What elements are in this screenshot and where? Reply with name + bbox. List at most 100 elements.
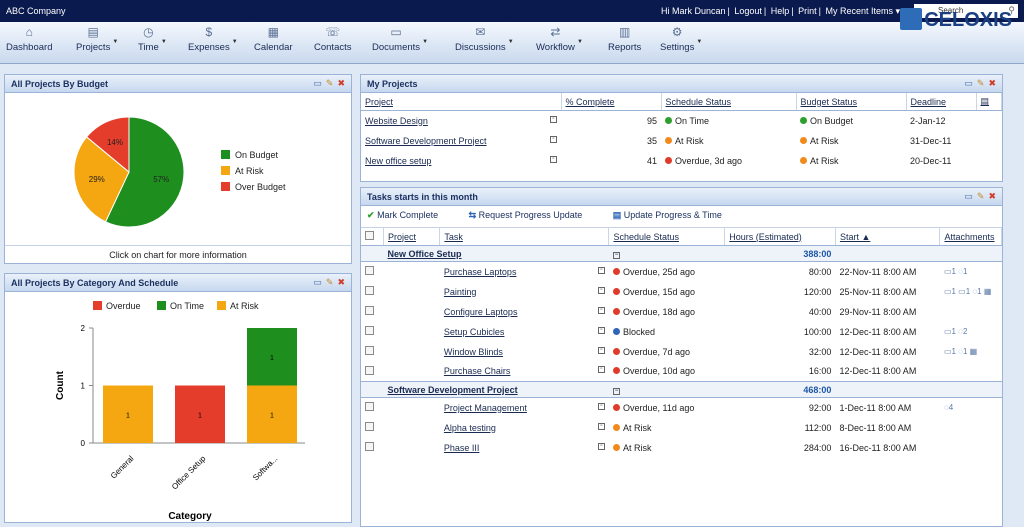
expand-icon[interactable]: ▫ — [597, 402, 605, 410]
task-link[interactable]: Alpha testing — [444, 423, 496, 433]
edit-icon[interactable]: ✎ — [326, 277, 334, 287]
nav-calendar[interactable]: ▦ Calendar — [254, 25, 293, 53]
recent-items-menu[interactable]: My Recent Items ▾ — [825, 6, 900, 16]
close-icon[interactable]: ✖ — [337, 277, 345, 287]
expand-icon[interactable]: ▫ — [550, 155, 557, 163]
edit-icon[interactable]: ✎ — [977, 78, 985, 88]
project-link[interactable]: Software Development Project — [365, 136, 487, 146]
expand-icon[interactable]: ▫ — [597, 346, 605, 354]
nav-expenses[interactable]: $ Expenses ▼ — [188, 25, 238, 53]
column-header[interactable]: Schedule Status — [608, 228, 726, 246]
chevron-down-icon[interactable]: ▼ — [161, 39, 167, 45]
row-checkbox[interactable] — [361, 302, 384, 322]
chevron-down-icon[interactable]: ▼ — [577, 39, 583, 45]
maximize-icon[interactable]: ▭ — [964, 78, 973, 88]
group-name[interactable]: Software Development Project — [383, 381, 609, 398]
budget-pie-chart[interactable]: 57% On Budget 29% At Risk 14% Over Budget — [5, 94, 351, 246]
task-link[interactable]: Purchase Laptops — [444, 267, 517, 277]
chevron-down-icon[interactable]: ▼ — [422, 39, 428, 45]
edit-icon[interactable]: ✎ — [977, 191, 985, 201]
maximize-icon[interactable]: ▭ — [313, 277, 322, 287]
mark-complete-button[interactable]: ✔ Mark Complete — [367, 210, 452, 220]
project-link[interactable]: Website Design — [365, 116, 428, 126]
expand-icon[interactable]: ▫ — [597, 286, 605, 294]
nav-projects[interactable]: ▤ Projects ▼ — [76, 25, 118, 53]
row-checkbox[interactable] — [361, 322, 384, 342]
attachments-icon[interactable]: ▭1 ▭1 ◌1 ▦ — [940, 282, 1002, 302]
row-checkbox[interactable] — [361, 342, 384, 362]
nav-reports[interactable]: ▥ Reports — [608, 25, 641, 53]
row-checkbox[interactable] — [361, 362, 384, 382]
expand-icon[interactable]: ▫ — [597, 422, 605, 430]
task-link[interactable]: Painting — [444, 287, 477, 297]
attachments-icon[interactable]: ▭1 ◌1 ▦ — [940, 342, 1002, 362]
column-header[interactable]: Hours (Estimated) — [724, 228, 836, 246]
close-icon[interactable]: ✖ — [337, 78, 345, 88]
request-progress-button[interactable]: ⇆ Request Progress Update — [469, 210, 597, 220]
close-icon[interactable]: ✖ — [988, 191, 996, 201]
chevron-down-icon[interactable]: ▼ — [508, 39, 514, 45]
column-header[interactable]: Attachments — [939, 228, 1002, 246]
attachments-icon[interactable] — [940, 438, 1002, 458]
attachments-icon[interactable] — [940, 418, 1002, 438]
nav-discussions[interactable]: ✉ Discussions ▼ — [455, 25, 514, 53]
help-link[interactable]: Help — [771, 6, 790, 16]
attachments-icon[interactable] — [940, 362, 1002, 382]
expand-icon[interactable]: ▫ — [597, 306, 605, 314]
column-header[interactable]: Deadline — [906, 93, 977, 111]
nav-contacts[interactable]: ☏ Contacts — [314, 25, 352, 53]
collapse-icon[interactable]: − — [612, 252, 620, 259]
attachments-icon[interactable]: ▭1 ◌1 — [940, 262, 1002, 282]
row-checkbox[interactable] — [361, 418, 384, 438]
collapse-icon[interactable]: − — [612, 388, 620, 395]
row-checkbox[interactable] — [361, 438, 384, 458]
chevron-down-icon[interactable]: ▼ — [696, 39, 702, 45]
nav-workflow[interactable]: ⇄ Workflow ▼ — [536, 25, 583, 53]
x-tick-label: General — [109, 454, 136, 481]
nav-settings[interactable]: ⚙ Settings ▼ — [660, 25, 702, 53]
attachments-icon[interactable]: ◌4 — [940, 398, 1002, 418]
maximize-icon[interactable]: ▭ — [964, 191, 973, 201]
project-link[interactable]: New office setup — [365, 156, 431, 166]
edit-icon[interactable]: ✎ — [326, 78, 334, 88]
logout-link[interactable]: Logout — [734, 6, 762, 16]
deadline: 31-Dec-11 — [910, 135, 952, 146]
row-checkbox[interactable] — [361, 282, 384, 302]
expand-icon[interactable]: ▫ — [597, 442, 605, 450]
column-header[interactable]: Project — [361, 93, 562, 111]
expand-icon[interactable]: ▫ — [597, 326, 605, 334]
task-link[interactable]: Purchase Chairs — [444, 366, 511, 376]
nav-time[interactable]: ◷ Time ▼ — [138, 25, 167, 53]
column-header[interactable]: Project — [383, 228, 441, 246]
row-checkbox[interactable] — [361, 398, 384, 418]
column-header[interactable]: Schedule Status — [661, 93, 797, 111]
column-header[interactable]: Task — [439, 228, 610, 246]
attachments-icon[interactable] — [940, 302, 1002, 322]
category-bar-chart[interactable]: Overdue On Time At Risk 0 1 2 1 General 1 Office … — [5, 293, 351, 521]
task-link[interactable]: Phase III — [444, 443, 480, 453]
task-link[interactable]: Project Management — [444, 403, 527, 413]
column-header[interactable]: Budget Status — [796, 93, 907, 111]
nav-documents[interactable]: ▭ Documents ▼ — [372, 25, 428, 53]
attachments-icon[interactable]: ▭1 ◌2 — [940, 322, 1002, 342]
expand-icon[interactable]: ▫ — [550, 115, 557, 123]
expand-icon[interactable]: ▫ — [597, 266, 605, 274]
select-all-checkbox[interactable] — [361, 228, 385, 246]
expand-icon[interactable]: ▫ — [550, 135, 557, 143]
print-link[interactable]: Print — [798, 6, 817, 16]
close-icon[interactable]: ✖ — [988, 78, 996, 88]
maximize-icon[interactable]: ▭ — [313, 78, 322, 88]
update-progress-button[interactable]: ▤ Update Progress & Time — [613, 210, 736, 220]
column-header[interactable]: Start ▲ — [835, 228, 941, 246]
column-chooser-icon[interactable]: ▤ — [976, 93, 1002, 111]
expand-icon[interactable]: ▫ — [597, 366, 605, 374]
chevron-down-icon[interactable]: ▼ — [232, 39, 238, 45]
task-link[interactable]: Configure Laptops — [444, 307, 518, 317]
group-name[interactable]: New Office Setup — [383, 245, 609, 262]
nav-dashboard[interactable]: ⌂ Dashboard — [6, 25, 52, 53]
row-checkbox[interactable] — [361, 262, 384, 282]
task-link[interactable]: Window Blinds — [444, 347, 503, 357]
task-link[interactable]: Setup Cubicles — [444, 327, 505, 337]
chevron-down-icon[interactable]: ▼ — [112, 39, 118, 45]
column-header[interactable]: % Complete — [561, 93, 662, 111]
